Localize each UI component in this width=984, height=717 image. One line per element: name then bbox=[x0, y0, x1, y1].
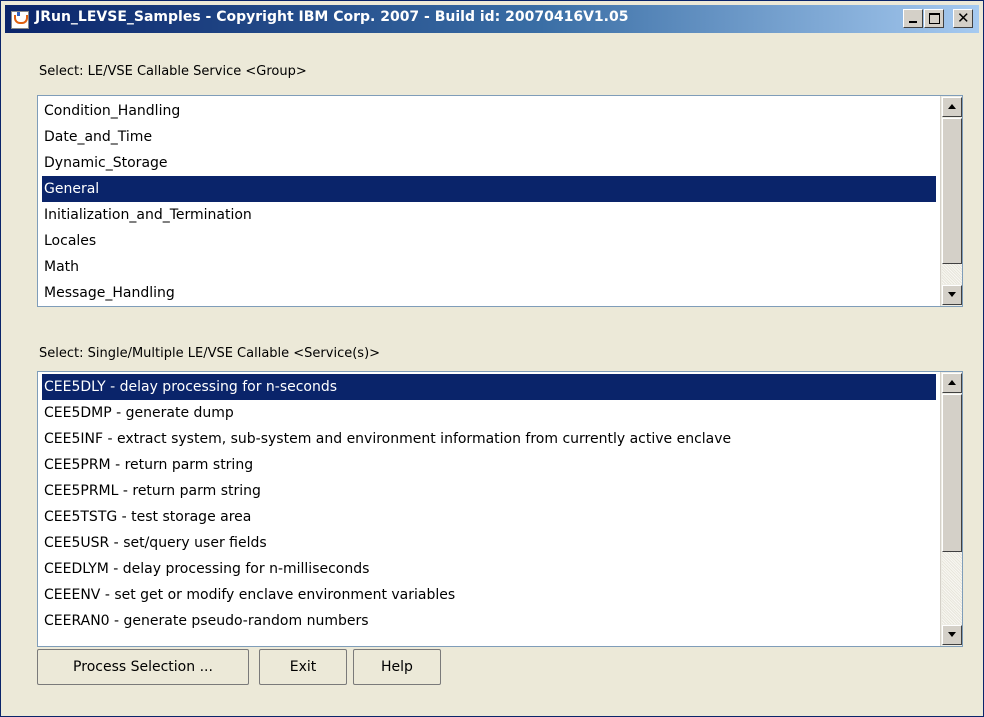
arrow-up-icon bbox=[948, 380, 956, 385]
title-bar[interactable]: JRun_LEVSE_Samples - Copyright IBM Corp.… bbox=[5, 5, 979, 33]
service-list-item[interactable]: CEE5PRML - return parm string bbox=[42, 478, 936, 504]
group-list-item[interactable]: Date_and_Time bbox=[42, 124, 936, 150]
service-scrollbar[interactable] bbox=[940, 372, 962, 646]
group-list-label: Select: LE/VSE Callable Service <Group> bbox=[39, 64, 307, 79]
group-scroll-down-button[interactable] bbox=[942, 285, 962, 305]
service-list-item[interactable]: CEE5USR - set/query user fields bbox=[42, 530, 936, 556]
service-scroll-track[interactable] bbox=[942, 552, 962, 624]
service-list-item[interactable]: CEE5INF - extract system, sub-system and… bbox=[42, 426, 936, 452]
service-scroll-up-button[interactable] bbox=[942, 373, 962, 393]
arrow-down-icon bbox=[948, 632, 956, 637]
service-list-item[interactable]: CEERAN0 - generate pseudo-random numbers bbox=[42, 608, 936, 634]
group-list-item[interactable]: Locales bbox=[42, 228, 936, 254]
group-list-item[interactable]: Condition_Handling bbox=[42, 98, 936, 124]
maximize-icon bbox=[929, 13, 940, 24]
minimize-button[interactable] bbox=[903, 9, 923, 28]
minimize-icon bbox=[909, 21, 917, 23]
group-scroll-track[interactable] bbox=[942, 264, 962, 284]
service-scroll-thumb[interactable] bbox=[942, 394, 962, 552]
group-list-item[interactable]: Dynamic_Storage bbox=[42, 150, 936, 176]
service-listbox[interactable]: CEE5DLY - delay processing for n-seconds… bbox=[37, 371, 963, 647]
window-title: JRun_LEVSE_Samples - Copyright IBM Corp.… bbox=[35, 9, 629, 25]
help-button[interactable]: Help bbox=[353, 649, 441, 685]
service-list-item[interactable]: CEE5PRM - return parm string bbox=[42, 452, 936, 478]
service-list-item[interactable]: CEE5TSTG - test storage area bbox=[42, 504, 936, 530]
group-listbox[interactable]: Condition_Handling Date_and_Time Dynamic_S… bbox=[37, 95, 963, 307]
close-button[interactable]: ✕ bbox=[953, 9, 973, 28]
maximize-button[interactable] bbox=[924, 9, 944, 28]
arrow-up-icon bbox=[948, 104, 956, 109]
service-list-item[interactable]: CEE5DMP - generate dump bbox=[42, 400, 936, 426]
service-list-label: Select: Single/Multiple LE/VSE Callable … bbox=[39, 346, 381, 361]
process-selection-button[interactable]: Process Selection ... bbox=[37, 649, 249, 685]
arrow-down-icon bbox=[948, 292, 956, 297]
group-list-item[interactable]: Message_Handling bbox=[42, 280, 936, 306]
group-scroll-up-button[interactable] bbox=[942, 97, 962, 117]
group-scrollbar[interactable] bbox=[940, 96, 962, 306]
exit-button[interactable]: Exit bbox=[259, 649, 347, 685]
service-scroll-down-button[interactable] bbox=[942, 625, 962, 645]
java-coffee-icon[interactable] bbox=[11, 11, 29, 29]
main-window: JRun_LEVSE_Samples - Copyright IBM Corp.… bbox=[0, 0, 984, 717]
group-list-item[interactable]: Initialization_and_Termination bbox=[42, 202, 936, 228]
group-scroll-thumb[interactable] bbox=[942, 118, 962, 264]
service-list-item[interactable]: CEEENV - set get or modify enclave envir… bbox=[42, 582, 936, 608]
group-list-item[interactable]: Math bbox=[42, 254, 936, 280]
service-list-item[interactable]: CEEDLYM - delay processing for n-millise… bbox=[42, 556, 936, 582]
group-list-item[interactable]: General bbox=[42, 176, 936, 202]
close-icon: ✕ bbox=[957, 9, 970, 27]
service-list-item[interactable]: CEE5DLY - delay processing for n-seconds bbox=[42, 374, 936, 400]
